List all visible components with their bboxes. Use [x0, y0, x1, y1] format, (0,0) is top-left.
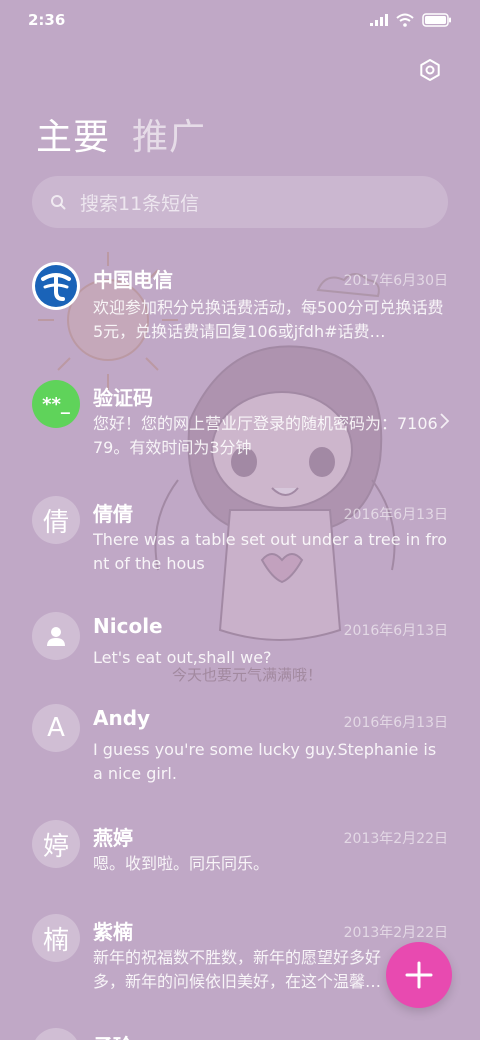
battery-icon	[422, 13, 451, 27]
message-preview: 您好！您的网上营业厅登录的随机密码为：710679。有效时间为3分钟	[93, 414, 438, 457]
message-preview: 欢迎参加积分兑换话费活动，每500分可兑换话费5元，兑换话费请回复106或jfd…	[93, 298, 444, 341]
message-date: 2017年6月30日	[343, 273, 448, 289]
search-placeholder: 搜索11条短信	[80, 192, 200, 215]
wifi-icon	[396, 13, 414, 27]
category-tabs: 主要 推广	[36, 108, 206, 160]
status-time: 2:36	[28, 11, 66, 29]
contact-name: 验证码	[93, 386, 153, 410]
chevron-right-icon[interactable]	[438, 412, 450, 430]
china-telecom-logo-icon	[35, 265, 77, 307]
contact-name: 燕婷	[93, 826, 133, 850]
contact-name: Nicole	[93, 614, 163, 638]
contact-name: 倩倩	[93, 502, 133, 526]
message-date: 2013年2月22日	[343, 831, 448, 847]
avatar: 婷	[32, 820, 80, 868]
search-icon	[51, 195, 66, 210]
avatar: 倩	[32, 496, 80, 544]
message-preview: I guess you're some lucky guy.Stephanie …	[93, 740, 437, 783]
settings-button[interactable]	[416, 56, 444, 84]
avatar: 楠	[32, 914, 80, 962]
message-preview: 嗯。收到啦。同乐同乐。	[93, 854, 270, 873]
message-preview: Let's eat out,shall we?	[93, 648, 272, 667]
status-icons	[370, 13, 452, 27]
avatar: A	[32, 704, 80, 752]
new-message-button[interactable]	[386, 942, 452, 1008]
avatar	[32, 612, 80, 660]
signal-icon	[370, 14, 388, 26]
gear-icon	[420, 59, 440, 81]
message-preview: There was a table set out under a tree i…	[93, 530, 447, 573]
message-date: 2016年6月13日	[343, 507, 448, 523]
message-date: 2016年6月13日	[343, 715, 448, 731]
contact-name: 紫楠	[93, 920, 133, 944]
plus-icon	[405, 961, 433, 989]
contact-name: 中国电信	[93, 268, 173, 292]
contact-name: 子玲	[93, 1030, 133, 1040]
avatar: **_	[32, 380, 80, 428]
avatar	[32, 262, 80, 310]
message-date: 2013年2月22日	[343, 925, 448, 941]
tab-primary[interactable]: 主要	[36, 108, 110, 160]
avatar: 玲	[32, 1028, 80, 1040]
message-preview: 新年的祝福数不胜数，新年的愿望好多好多，新年的问候依旧美好，在这个温馨的时刻…	[93, 948, 382, 991]
status-bar: 2:36	[0, 0, 480, 40]
tab-promotions[interactable]: 推广	[132, 108, 206, 160]
person-icon	[47, 627, 65, 646]
message-date: 2016年6月13日	[343, 623, 448, 639]
contact-name: Andy	[93, 706, 151, 730]
search-bar[interactable]: 搜索11条短信	[32, 176, 448, 228]
